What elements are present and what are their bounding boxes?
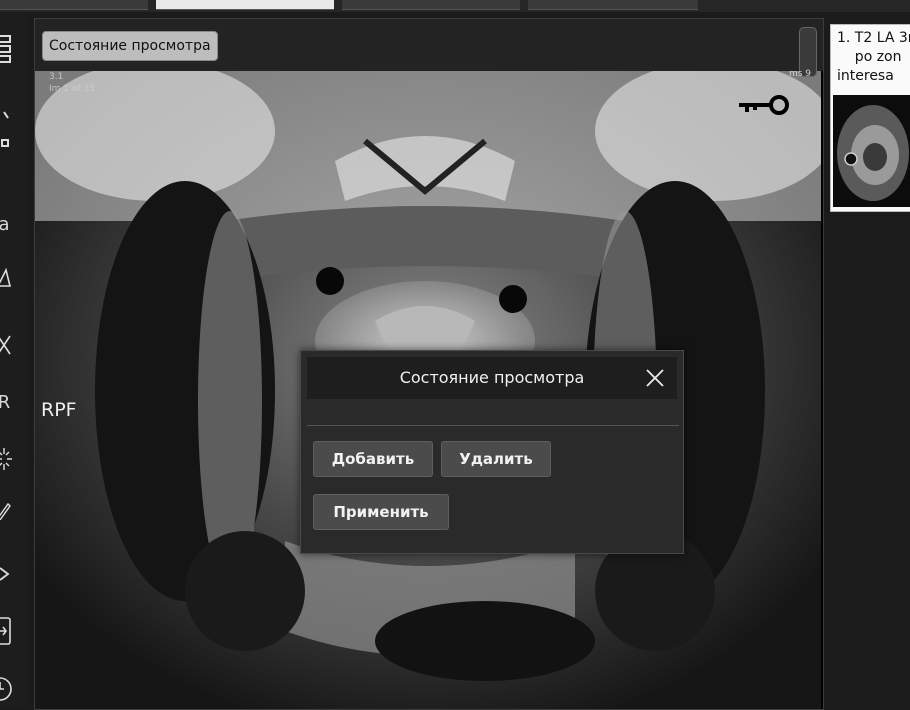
- tab-4[interactable]: [528, 0, 698, 10]
- image-info-overlay: 3.1 Im 1 of 35: [49, 71, 95, 95]
- view-state-dialog: Состояние просмотра Добавить Удалить При…: [300, 350, 684, 554]
- pointer-icon[interactable]: [0, 110, 14, 147]
- tab-2[interactable]: [156, 0, 334, 10]
- series-number: 3.1: [49, 72, 64, 82]
- crosshair-icon[interactable]: [0, 334, 14, 356]
- series-label: 1. T2 LA 3m po zon interesa: [837, 30, 910, 84]
- delete-button[interactable]: Удалить: [441, 441, 551, 477]
- arrow-icon[interactable]: [0, 566, 14, 588]
- series-thumbnail[interactable]: [833, 95, 910, 207]
- image-params-overlay: ms 9: [788, 69, 811, 79]
- key-icon[interactable]: [735, 94, 791, 116]
- text-annotation-icon[interactable]: a: [0, 214, 14, 236]
- tab-strip: [0, 0, 910, 12]
- image-counter: Im 1 of 35: [49, 84, 95, 94]
- orientation-label: RPF: [41, 399, 77, 421]
- series-thumbnail-card[interactable]: 1. T2 LA 3m po zon interesa: [830, 24, 910, 212]
- tab-1[interactable]: [0, 0, 148, 10]
- dialog-header: Состояние просмотра: [307, 357, 677, 399]
- close-icon[interactable]: [643, 366, 667, 390]
- clock-icon[interactable]: [0, 676, 14, 701]
- layout-grid-icon[interactable]: [0, 34, 14, 63]
- view-state-button[interactable]: Состояние просмотра: [42, 31, 218, 61]
- brightness-icon[interactable]: [0, 446, 14, 470]
- add-button[interactable]: Добавить: [313, 441, 433, 477]
- left-toolbar: a R: [0, 12, 28, 708]
- export-icon[interactable]: [0, 616, 14, 645]
- reference-icon[interactable]: R: [0, 392, 14, 414]
- dialog-title: Состояние просмотра: [399, 368, 585, 387]
- pen-icon[interactable]: [0, 500, 14, 522]
- dialog-divider: [307, 425, 679, 426]
- tab-3[interactable]: [342, 0, 520, 10]
- apply-button[interactable]: Применить: [313, 494, 449, 530]
- angle-icon[interactable]: [0, 267, 14, 290]
- viewport-header: Состояние просмотра: [35, 19, 823, 77]
